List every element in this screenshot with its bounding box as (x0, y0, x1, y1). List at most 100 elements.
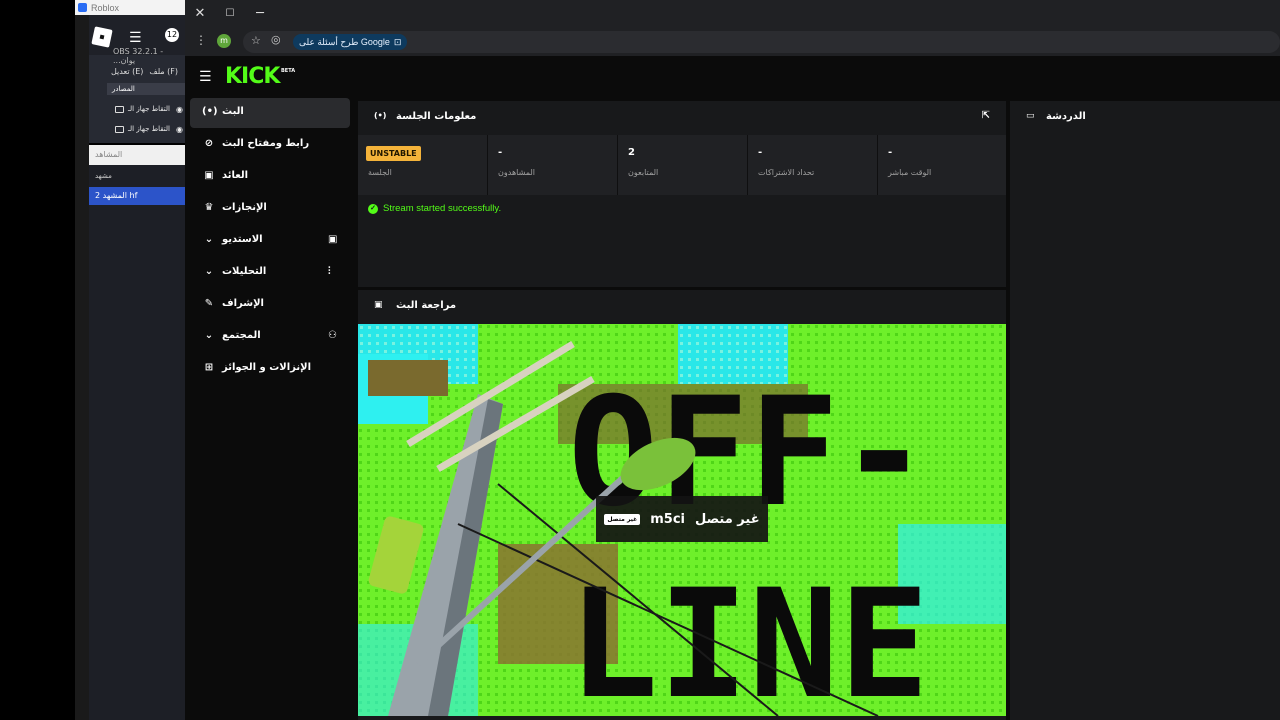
obs-menu-edit[interactable]: تعديل (E) (111, 67, 143, 76)
obs-scene-item-selected[interactable]: المشهد 2 hf (89, 187, 185, 205)
panel-title: الدردشة (1046, 111, 1086, 122)
panel-title: مراجعة البث (396, 300, 457, 311)
obs-menubar: تعديل (E) ملف (F) (111, 67, 178, 76)
minimize-icon[interactable]: ─ (251, 5, 269, 23)
sidebar-item-label: البث (222, 106, 244, 117)
sidebar-item-label: الإشراف (222, 298, 264, 309)
sidebar-item-achievements[interactable]: ♛ الإنجازات (190, 194, 350, 224)
kick-header: ☰ KICK BETA (185, 56, 1280, 98)
sidebar-item-label: الإنزالات و الجوائز (222, 362, 312, 373)
obs-source-item[interactable]: التقاط جهاز الـ ◉ (115, 122, 185, 136)
stream-preview-header: ▣ مراجعة البث (358, 290, 1006, 322)
obs-scene-label: مشهد (95, 172, 112, 180)
obs-source-label: التقاط جهاز الـ (128, 105, 170, 113)
studio-icon: ▣ (328, 234, 338, 245)
sidebar-item-label: التحليلات (222, 266, 267, 277)
stat-caption: المشاهدون (498, 168, 536, 177)
obs-titlebar: ☰ 12 OBS 32.2.1 - ...يوان (89, 15, 185, 65)
sidebar-item-revenue[interactable]: ▣ العائد (190, 162, 350, 192)
sidebar-item-stream[interactable]: (•) البث (190, 98, 350, 128)
obs-scenes-header: المشاهد (89, 145, 185, 165)
browser-toolbar: ⋮ m ☆ ◎ طرح أسئلة على Google ⊡ (185, 28, 1280, 56)
obs-sources-header: المصادر (107, 83, 185, 95)
bookmark-star-icon[interactable]: ☆ (251, 34, 261, 47)
roblox-window-titlebar[interactable]: Roblox (75, 0, 185, 15)
chat-panel: ▭ الدردشة (1010, 101, 1280, 720)
status-badge: UNSTABLE (366, 146, 421, 161)
stat-caption: تحداد الاشتراكات (758, 168, 815, 177)
chevron-down-icon: ⌄ (204, 266, 214, 277)
stream-status-message: ✓ Stream started successfully. (368, 203, 501, 214)
eye-icon[interactable]: ◉ (176, 125, 183, 134)
profile-avatar[interactable]: m (217, 34, 231, 48)
roblox-title: Roblox (91, 2, 120, 13)
obs-source-label: التقاط جهاز الـ (128, 125, 170, 133)
sidebar-item-drops[interactable]: ⊞ الإنزالات و الجوائز (190, 354, 350, 384)
menu-icon[interactable]: ☰ (199, 69, 212, 85)
status-text: Stream started successfully. (383, 203, 502, 214)
obs-menu-file[interactable]: ملف (F) (149, 67, 178, 76)
stat-session: UNSTABLE الجلسة (358, 135, 488, 195)
stat-value: - (888, 147, 893, 158)
offline-overlay-card: غير متصل m5ci غير متصل (596, 496, 768, 542)
drops-icon: ⊞ (204, 362, 214, 373)
sidebar-item-label: الاستديو (222, 234, 263, 245)
browser-titlebar: ✕ ☐ ─ (185, 0, 1280, 28)
kick-logo[interactable]: KICK (225, 66, 280, 88)
roblox-logo-icon[interactable] (91, 26, 113, 48)
obs-source-item[interactable]: التقاط جهاز الـ ◉ (115, 102, 185, 116)
chat-icon: ▭ (1026, 111, 1035, 121)
stat-value: 2 (628, 147, 635, 158)
sidebar-item-studio[interactable]: ⌄ الاستديو ▣ (190, 226, 350, 256)
revenue-icon: ▣ (204, 170, 214, 181)
sidebar-item-moderation[interactable]: ✎ الإشراف (190, 290, 350, 320)
stat-caption: الجلسة (368, 168, 392, 177)
obs-scenes-dock: المشاهد مشهد المشهد 2 hf (89, 145, 185, 720)
monitor-icon (115, 105, 124, 113)
sidebar-item-analytics[interactable]: ⌄ التحليلات ⫶ (190, 258, 350, 288)
chevron-down-icon: ⌄ (204, 234, 214, 245)
panel-title: معلومات الجلسة (396, 111, 477, 122)
popout-icon[interactable]: ⇱ (982, 110, 990, 121)
obs-window: ☰ 12 OBS 32.2.1 - ...يوان تعديل (E) ملف … (89, 15, 185, 143)
analytics-icon: ⫶ (328, 266, 331, 277)
ask-google-chip[interactable]: طرح أسئلة على Google ⊡ (293, 34, 408, 50)
eye-icon[interactable]: ◉ (176, 105, 183, 114)
channel-name: m5ci (650, 511, 685, 527)
session-info-panel: (•) معلومات الجلسة ⇱ UNSTABLE الجلسة - ا… (358, 101, 1006, 287)
offline-badge: غير متصل (604, 513, 641, 525)
sidebar-item-label: المجتمع (222, 330, 261, 341)
stat-value: - (498, 147, 503, 158)
beta-label: BETA (281, 68, 296, 74)
hamburger-icon[interactable]: ☰ (129, 30, 142, 46)
sidebar-item-label: الإنجازات (222, 202, 267, 213)
maximize-icon[interactable]: ☐ (221, 5, 239, 23)
stat-value: - (758, 147, 763, 158)
stat-viewers: - المشاهدون (488, 135, 618, 195)
preview-icon: ▣ (374, 300, 383, 310)
sidebar-item-stream-key[interactable]: ⊘ رابط ومفتاح البث (190, 130, 350, 160)
broadcast-icon: (•) (202, 106, 218, 117)
stream-preview-video[interactable]: OFF- LINE غير متصل m5ci غير متصل (358, 324, 1006, 716)
trophy-icon: ♛ (204, 202, 214, 213)
sidebar-item-community[interactable]: ⌄ المجتمع ⚇ (190, 322, 350, 352)
ask-google-label: طرح أسئلة على Google (299, 37, 390, 47)
browser-window: ✕ ☐ ─ ⋮ m ☆ ◎ طرح أسئلة على Google ⊡ ☰ K… (185, 0, 1280, 720)
stat-live-time: - الوقت مباشر (878, 135, 1006, 195)
background-window-edge (75, 0, 89, 720)
community-icon: ⚇ (328, 330, 337, 341)
sidebar-item-label: رابط ومفتاح البث (222, 138, 310, 149)
google-lens-icon[interactable]: ◎ (271, 33, 281, 46)
close-icon[interactable]: ✕ (191, 5, 209, 23)
offline-text: غير متصل (695, 511, 760, 527)
lens-chip-icon: ⊡ (393, 37, 402, 47)
obs-version-text: OBS 32.2.1 - ...يوان (113, 47, 164, 65)
creator-sidebar: (•) البث ⊘ رابط ومفتاح البث ▣ العائد ♛ ا… (185, 98, 353, 720)
roblox-icon (78, 3, 87, 12)
wrench-icon: ✎ (204, 298, 214, 309)
sidebar-item-label: العائد (222, 170, 249, 181)
notification-badge[interactable]: 12 (165, 28, 179, 42)
link-icon: ⊘ (204, 138, 214, 149)
more-menu-icon[interactable]: ⋮ (195, 33, 207, 47)
stat-followers: 2 المتابعون (618, 135, 748, 195)
